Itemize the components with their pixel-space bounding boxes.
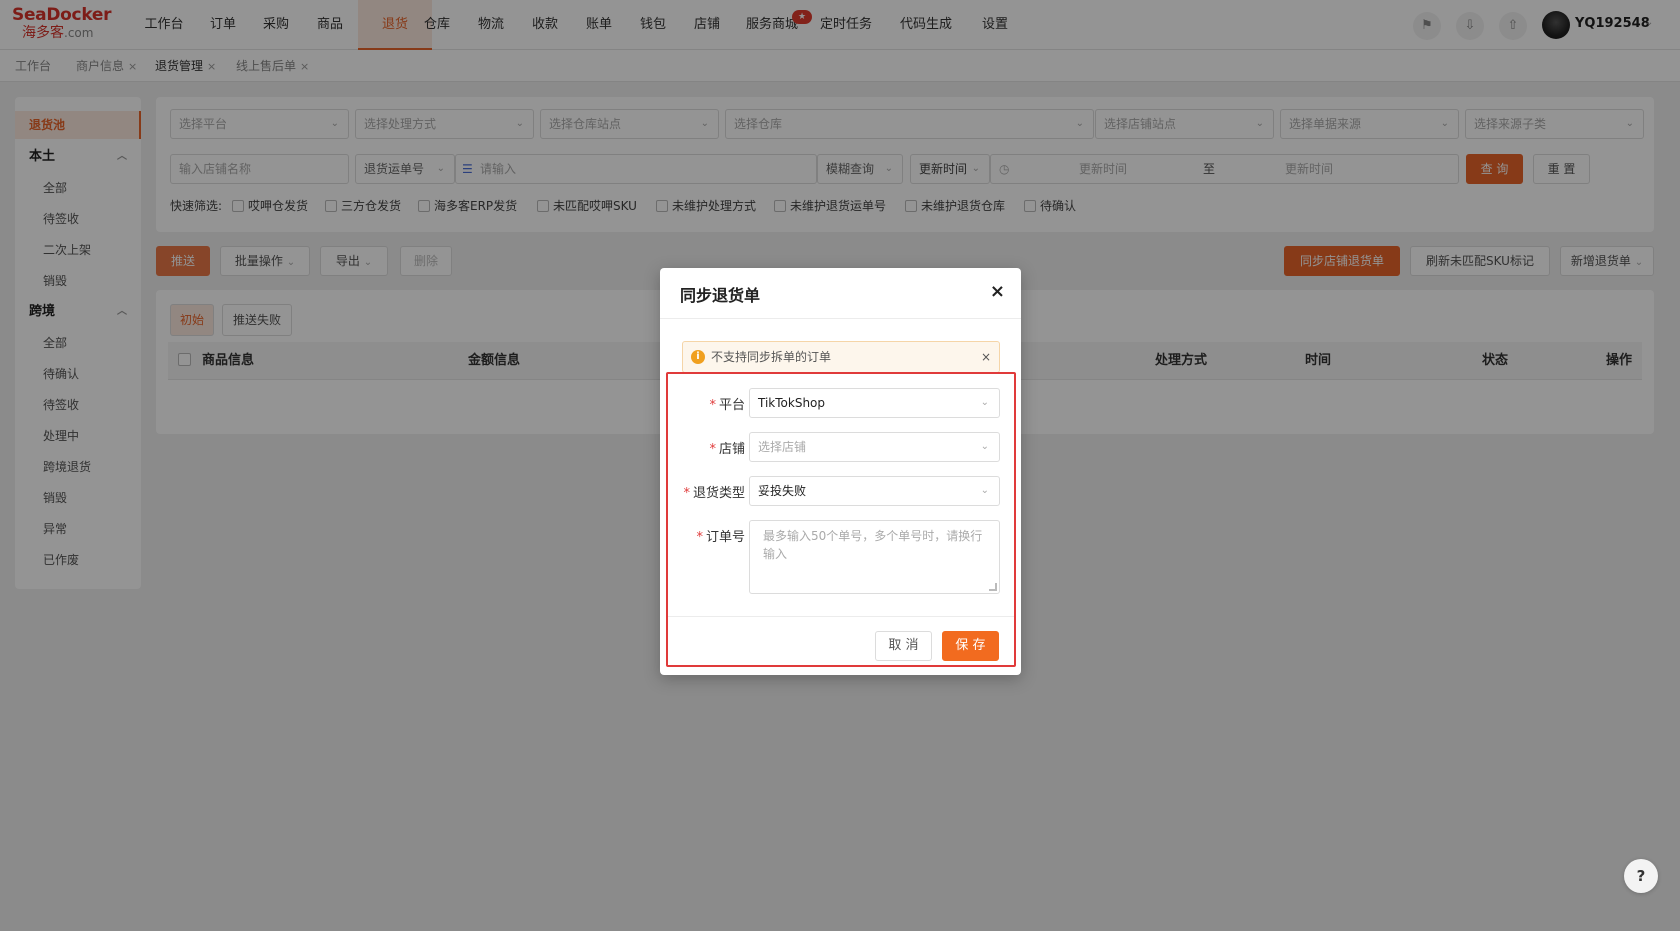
cancel-button[interactable]: 取 消 <box>875 631 932 661</box>
close-icon[interactable]: × <box>981 342 991 372</box>
divider <box>660 318 1021 319</box>
store-select[interactable]: 选择店铺 ⌄ <box>749 432 1000 462</box>
order-number-label: * 订单号 <box>696 530 745 545</box>
return-type-select[interactable]: 妥投失败 ⌄ <box>749 476 1000 506</box>
divider <box>668 616 1014 617</box>
return-type-label: * 退货类型 <box>683 486 745 501</box>
chevron-down-icon: ⌄ <box>980 441 989 452</box>
alert-text: 不支持同步拆单的订单 <box>711 350 832 364</box>
sync-returns-dialog: 同步退货单 × i 不支持同步拆单的订单 × * 平台 TikTokShop ⌄ *… <box>660 268 1021 675</box>
store-label: * 店铺 <box>709 442 745 457</box>
platform-select[interactable]: TikTokShop ⌄ <box>749 388 1000 418</box>
chevron-down-icon: ⌄ <box>980 397 989 408</box>
warning-alert: i 不支持同步拆单的订单 × <box>682 341 1000 373</box>
chevron-down-icon: ⌄ <box>980 485 989 496</box>
dialog-title: 同步退货单 <box>680 286 761 305</box>
close-icon[interactable]: × <box>990 280 1005 304</box>
resize-handle[interactable] <box>989 583 997 591</box>
order-number-textarea[interactable]: 最多输入50个单号，多个单号时，请换行输入 <box>749 520 1000 594</box>
info-icon: i <box>691 350 705 364</box>
platform-label: * 平台 <box>709 398 745 413</box>
help-button[interactable]: ? <box>1624 859 1658 893</box>
save-button[interactable]: 保 存 <box>942 631 999 661</box>
